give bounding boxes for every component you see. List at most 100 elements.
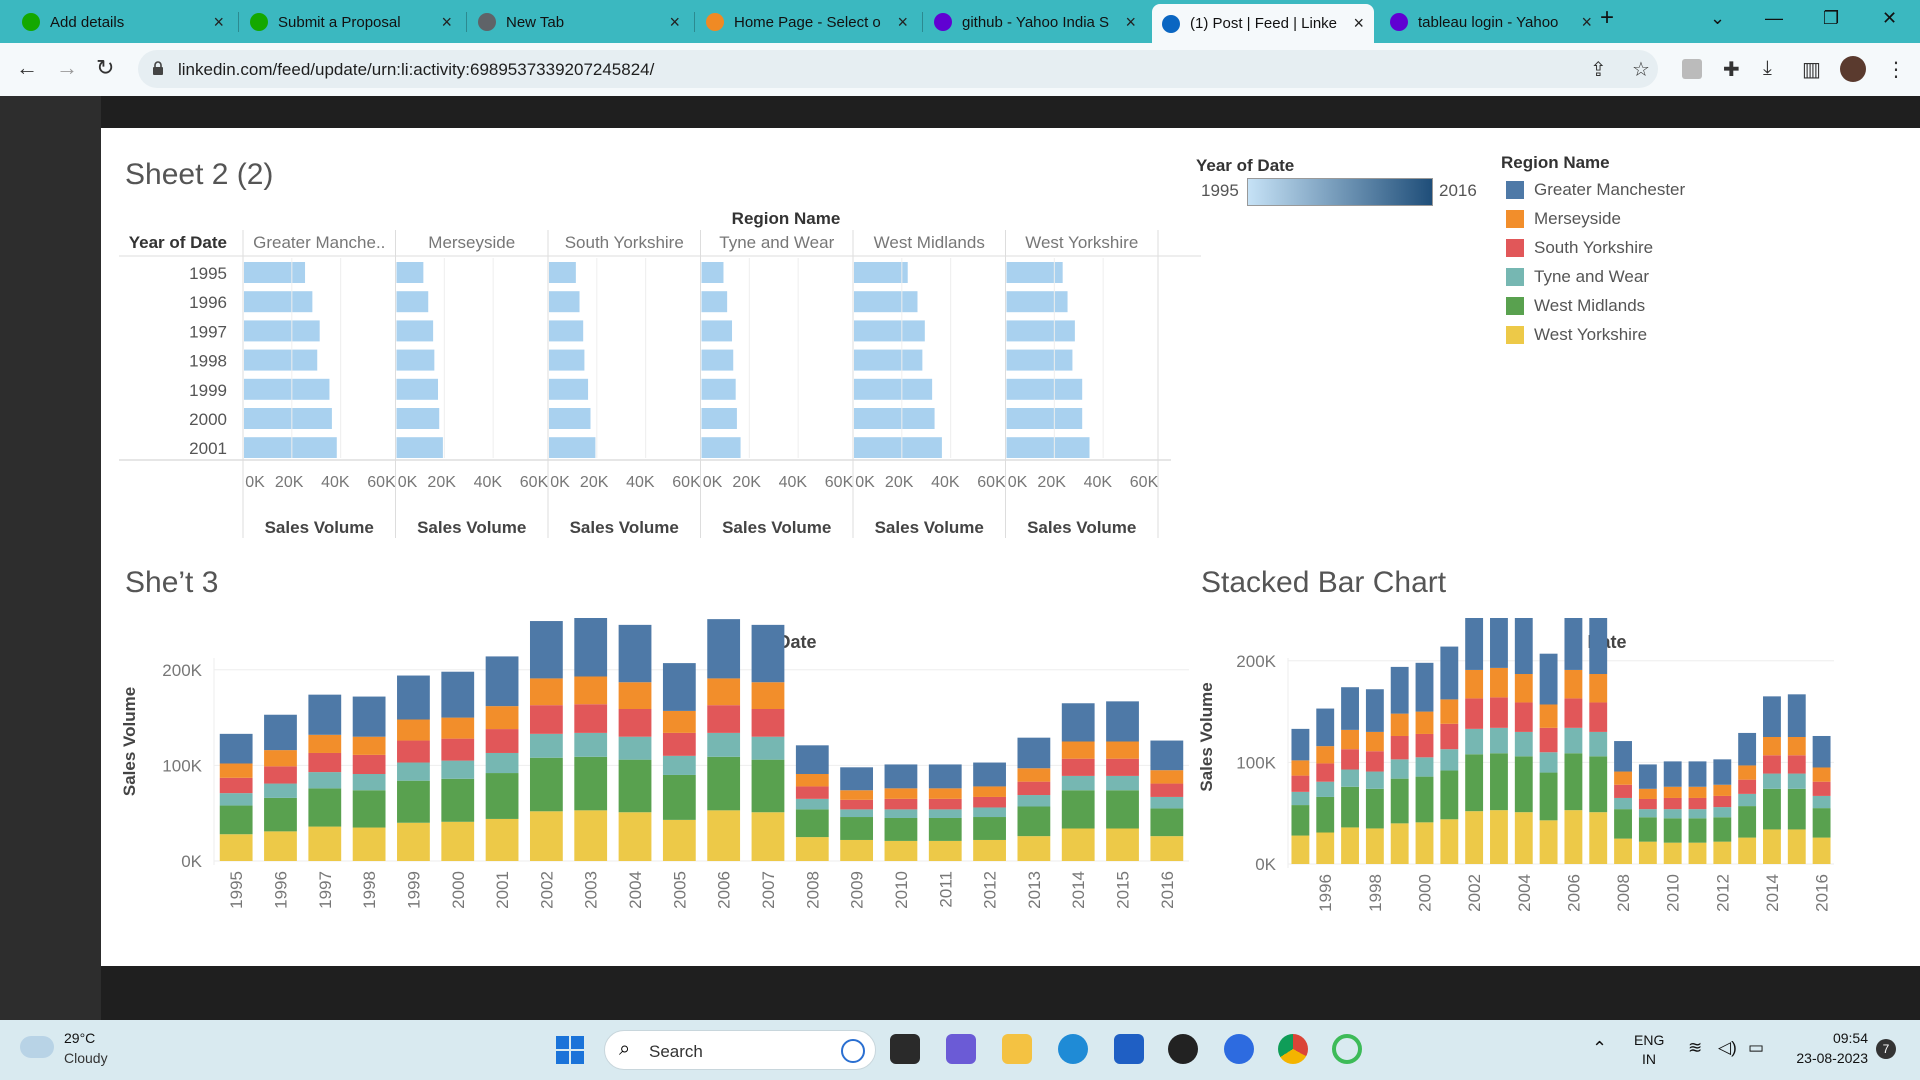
stacked-bar-segment — [529, 733, 563, 758]
language-eng[interactable]: ENG — [1634, 1032, 1664, 1048]
bookmark-star-icon[interactable]: ☆ — [1632, 57, 1650, 82]
region-legend-item[interactable]: Greater Manchester — [1506, 180, 1685, 200]
clock-time[interactable]: 09:54 — [1814, 1030, 1868, 1046]
tray-chevron-icon[interactable]: ⌃ — [1592, 1038, 1607, 1059]
x-tick-label: 1995 — [227, 871, 246, 909]
browser-tab[interactable]: Home Page - Select o × — [696, 4, 918, 40]
browser-tab[interactable]: tableau login - Yahoo × — [1380, 4, 1602, 40]
restore-icon[interactable]: ❐ — [1823, 8, 1839, 29]
weather-temp[interactable]: 29°C — [64, 1030, 95, 1046]
stacked-bar-segment — [264, 783, 297, 798]
close-tab-icon[interactable]: × — [1125, 12, 1136, 33]
x-tick-label: 2007 — [759, 871, 778, 909]
store-icon[interactable] — [1114, 1034, 1144, 1064]
axis-tick-label: 0K — [398, 474, 418, 491]
stacked-bar-segment — [574, 732, 608, 757]
reload-icon[interactable]: ↻ — [96, 55, 114, 81]
side-panel-icon[interactable]: ▥ — [1802, 57, 1821, 82]
region-column-label: South Yorkshire — [565, 233, 684, 252]
axis-tick-label: 40K — [626, 474, 655, 491]
clock-date[interactable]: 23-08-2023 — [1786, 1050, 1868, 1066]
notification-badge[interactable]: 7 — [1876, 1039, 1896, 1059]
stacked-bar-segment — [352, 790, 386, 828]
stacked-bar-segment — [1440, 699, 1459, 724]
region-legend-item[interactable]: Tyne and Wear — [1506, 267, 1649, 287]
taskbar-search[interactable]: ⌕ Search — [604, 1030, 876, 1070]
tab-search-chevron-icon[interactable]: ⌄ — [1710, 8, 1725, 29]
search-placeholder: Search — [649, 1042, 703, 1061]
language-in[interactable]: IN — [1642, 1051, 1656, 1067]
stacked-bar-segment — [1440, 770, 1459, 820]
year-label: 1996 — [189, 293, 227, 312]
stacked-bar-segment — [1638, 809, 1657, 818]
close-window-icon[interactable]: ✕ — [1882, 8, 1897, 29]
wifi-icon[interactable]: ≋ — [1688, 1038, 1702, 1058]
stacked-bar-segment — [1291, 760, 1310, 776]
share-icon[interactable]: ⇪ — [1590, 57, 1607, 82]
sheet2-bar — [549, 320, 584, 342]
volume-icon[interactable]: ◁) — [1718, 1038, 1737, 1058]
stacked-bar-segment — [264, 714, 297, 751]
chrome-icon[interactable] — [1278, 1034, 1308, 1064]
stacked-bar-segment — [1638, 788, 1657, 799]
region-legend-item[interactable]: West Midlands — [1506, 296, 1645, 316]
stacked-bar-segment — [308, 788, 342, 827]
stacked-bar-segment — [1341, 729, 1359, 750]
download-icon[interactable]: ⤓ — [1763, 57, 1772, 80]
stacked-bar-segment — [707, 678, 741, 706]
close-tab-icon[interactable]: × — [213, 12, 224, 33]
browser-tab[interactable]: Add details × — [12, 4, 234, 40]
stacked-bar-segment — [840, 799, 874, 810]
browser-tab[interactable]: github - Yahoo India S × — [924, 4, 1146, 40]
windows-start-icon[interactable] — [556, 1036, 584, 1064]
address-bar[interactable]: linkedin.com/feed/update/urn:li:activity… — [138, 50, 1658, 88]
close-tab-icon[interactable]: × — [1353, 13, 1364, 34]
stacked-bar-segment — [1017, 737, 1051, 769]
axis-tick-label: 60K — [520, 474, 549, 491]
forward-icon[interactable]: → — [56, 55, 78, 81]
region-column-label: West Yorkshire — [1025, 233, 1138, 252]
region-legend-item[interactable]: West Yorkshire — [1506, 325, 1647, 345]
dell-icon[interactable] — [1168, 1034, 1198, 1064]
extension-icon[interactable] — [1682, 59, 1702, 79]
stacked-bar-segment — [884, 788, 918, 799]
browser-tab[interactable]: New Tab × — [468, 4, 690, 40]
region-legend-item[interactable]: Merseyside — [1506, 209, 1621, 229]
minimize-icon[interactable]: — — [1765, 8, 1783, 29]
weather-desc[interactable]: Cloudy — [64, 1050, 108, 1066]
profile-avatar[interactable] — [1840, 56, 1866, 82]
close-tab-icon[interactable]: × — [1581, 12, 1592, 33]
puzzle-icon[interactable]: ✚ — [1723, 57, 1740, 82]
stacked-bar-segment — [219, 793, 253, 806]
legend-label: Merseyside — [1534, 209, 1621, 228]
stacked-bar-segment — [485, 706, 519, 730]
battery-icon[interactable]: ▭ — [1748, 1038, 1764, 1058]
back-icon[interactable]: ← — [16, 55, 38, 81]
stacked-bar-segment — [441, 717, 475, 739]
stacked-bar-segment — [1291, 791, 1310, 806]
menu-icon[interactable]: ⋮ — [1886, 57, 1906, 82]
media-player-icon[interactable] — [1224, 1034, 1254, 1064]
new-tab-button[interactable]: + — [1600, 4, 1614, 32]
file-explorer-icon[interactable] — [1002, 1034, 1032, 1064]
close-tab-icon[interactable]: × — [669, 12, 680, 33]
region-legend-item[interactable]: South Yorkshire — [1506, 238, 1653, 258]
upwork-icon — [22, 13, 40, 31]
stacked-bar-segment — [485, 773, 519, 819]
sheet2-bar — [396, 349, 435, 371]
stacked-bar-segment — [618, 736, 652, 760]
task-view-icon[interactable] — [890, 1034, 920, 1064]
loading-app-icon[interactable] — [1332, 1034, 1362, 1064]
y-axis-label: Sales Volume — [120, 687, 139, 796]
teams-icon[interactable] — [946, 1034, 976, 1064]
stacked-bar-segment — [1150, 740, 1184, 771]
stacked-bar-segment — [1564, 810, 1583, 864]
stacked-bar-segment — [618, 708, 652, 737]
tab-title: Submit a Proposal — [278, 13, 401, 31]
edge-icon[interactable] — [1058, 1034, 1088, 1064]
close-tab-icon[interactable]: × — [897, 12, 908, 33]
stacked-bar-segment — [485, 656, 519, 707]
browser-tab[interactable]: Submit a Proposal × — [240, 4, 462, 40]
close-tab-icon[interactable]: × — [441, 12, 452, 33]
browser-tab[interactable]: (1) Post | Feed | Linke × — [1152, 4, 1374, 43]
